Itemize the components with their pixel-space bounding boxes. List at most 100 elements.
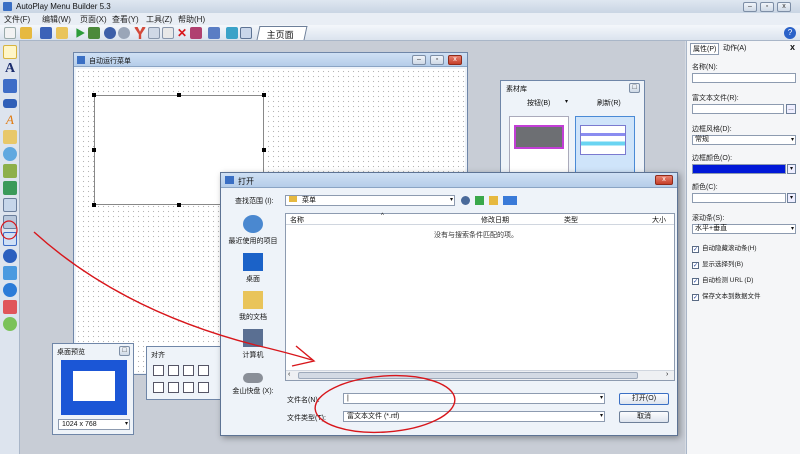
scroll-thumb[interactable]: [298, 372, 638, 379]
place-recent[interactable]: 最近使用的项目: [225, 215, 281, 246]
border-color-dropdown[interactable]: ▾: [787, 164, 796, 174]
horizontal-scrollbar[interactable]: ‹ ›: [286, 370, 674, 380]
build-icon[interactable]: [88, 27, 100, 39]
window-icon[interactable]: [240, 27, 252, 39]
selection-handle[interactable]: [262, 148, 266, 152]
page-icon[interactable]: [208, 27, 220, 39]
cut-icon[interactable]: [134, 27, 146, 39]
slideshow-tool-icon[interactable]: [3, 300, 17, 314]
menu-edit[interactable]: 编辑(W): [42, 14, 71, 25]
selection-handle[interactable]: [92, 93, 96, 97]
column-type[interactable]: 类型: [564, 215, 578, 225]
panel-close-button[interactable]: x: [790, 42, 795, 52]
web-tool-icon[interactable]: [3, 249, 17, 263]
look-in-select[interactable]: 菜单 ▾: [285, 195, 455, 206]
move-tool-icon[interactable]: [3, 181, 17, 195]
flow-tool-icon[interactable]: [3, 164, 17, 178]
menu-window-maximize[interactable]: ▫: [430, 55, 444, 65]
distribute-h-icon[interactable]: [183, 382, 194, 393]
button-tool-icon[interactable]: [3, 99, 17, 108]
place-documents[interactable]: 我的文档: [225, 291, 281, 322]
menu-tools[interactable]: 工具(Z): [146, 14, 172, 25]
selection-handle[interactable]: [177, 203, 181, 207]
shape-tool-icon[interactable]: [3, 147, 17, 161]
text-tool-icon[interactable]: A: [3, 62, 17, 76]
pointer-tool-icon[interactable]: [3, 45, 17, 59]
close-button[interactable]: x: [777, 2, 791, 12]
new-icon[interactable]: [4, 27, 16, 39]
scroll-left-arrow[interactable]: ‹: [288, 371, 290, 378]
delete-icon[interactable]: ✕: [176, 27, 188, 39]
paragraph-tool-icon[interactable]: [3, 130, 17, 144]
list-tool-icon[interactable]: [3, 215, 17, 229]
run-icon[interactable]: [76, 28, 85, 38]
chevron-down-icon[interactable]: ▾: [565, 98, 568, 105]
richtext-tool-icon[interactable]: [3, 198, 17, 212]
name-input[interactable]: [692, 73, 796, 83]
selection-handle[interactable]: [177, 93, 181, 97]
new-folder-icon[interactable]: [489, 196, 498, 205]
back-icon[interactable]: [461, 196, 470, 205]
browse-button[interactable]: …: [786, 104, 796, 114]
image-tool-icon[interactable]: [3, 79, 17, 93]
up-folder-icon[interactable]: [475, 196, 484, 205]
help-icon[interactable]: ?: [784, 27, 796, 39]
dialog-close[interactable]: x: [655, 175, 673, 185]
autohide-scrollbar-checkbox[interactable]: ✓ 自动隐藏滚动条(H): [692, 242, 757, 253]
align-bottom-icon[interactable]: [168, 382, 179, 393]
label-tool-icon[interactable]: A: [3, 113, 17, 127]
save-icon[interactable]: [40, 27, 52, 39]
note-tool-icon[interactable]: [3, 317, 17, 331]
library-category-dropdown[interactable]: 按钮(B): [527, 98, 550, 108]
column-modified[interactable]: 修改日期: [481, 215, 509, 225]
align-top-icon[interactable]: [198, 365, 209, 376]
scroll-right-arrow[interactable]: ›: [666, 371, 668, 378]
duplicate-icon[interactable]: [190, 27, 202, 39]
menu-window-close[interactable]: x: [448, 55, 462, 65]
color-dropdown[interactable]: ▾: [787, 193, 796, 203]
align-right-icon[interactable]: [183, 365, 194, 376]
column-size[interactable]: 大小: [652, 215, 666, 225]
align-left-icon[interactable]: [153, 365, 164, 376]
distribute-v-icon[interactable]: [198, 382, 209, 393]
media-tool-icon[interactable]: [3, 283, 17, 297]
file-list[interactable]: 名称 ^ 修改日期 类型 大小 没有与搜索条件匹配的项。 ‹ ›: [285, 213, 675, 381]
tab-actions[interactable]: 动作(A): [721, 43, 748, 53]
open-button[interactable]: 打开(O): [619, 393, 669, 405]
color-picker[interactable]: [692, 193, 786, 203]
filename-input[interactable]: | ▾: [343, 393, 605, 404]
folder-icon[interactable]: [56, 27, 68, 39]
open-icon[interactable]: [20, 27, 32, 39]
richtext-selected-tool-icon[interactable]: [3, 232, 17, 246]
selection-handle[interactable]: [262, 93, 266, 97]
cancel-button[interactable]: 取消: [619, 411, 669, 423]
copy-icon[interactable]: [148, 27, 160, 39]
resolution-select[interactable]: 1024 x 768 ▾: [58, 419, 130, 430]
align-middle-icon[interactable]: [153, 382, 164, 393]
selection-handle[interactable]: [92, 148, 96, 152]
preview-icon[interactable]: [226, 27, 238, 39]
place-computer[interactable]: 计算机: [225, 329, 281, 360]
menu-help[interactable]: 帮助(H): [178, 14, 205, 25]
selection-handle[interactable]: [92, 203, 96, 207]
maximize-button[interactable]: ▫: [760, 2, 774, 12]
place-desktop[interactable]: 桌面: [225, 253, 281, 284]
filetype-select[interactable]: 富文本文件 (*.rtf) ▾: [343, 411, 605, 422]
tab-main-page[interactable]: 主页面: [256, 26, 308, 40]
place-kuaipan[interactable]: 金山快盘 (X):: [225, 373, 281, 396]
menu-view[interactable]: 查看(Y): [112, 14, 139, 25]
align-center-icon[interactable]: [168, 365, 179, 376]
library-item-selected[interactable]: [575, 116, 635, 178]
redo-icon[interactable]: [118, 27, 130, 39]
views-icon[interactable]: [503, 196, 517, 205]
tab-properties[interactable]: 属性(P): [690, 43, 720, 55]
autodetect-url-checkbox[interactable]: ✓ 自动检测 URL (D): [692, 274, 753, 285]
library-refresh[interactable]: 刷新(R): [597, 98, 621, 108]
undo-icon[interactable]: [104, 27, 116, 39]
border-color-picker[interactable]: [692, 164, 786, 174]
minimize-button[interactable]: –: [743, 2, 757, 12]
menu-file[interactable]: 文件(F): [4, 14, 30, 25]
library-item[interactable]: [509, 116, 569, 178]
desktop-preview-close[interactable]: □: [119, 346, 130, 356]
menu-window-minimize[interactable]: –: [412, 55, 426, 65]
